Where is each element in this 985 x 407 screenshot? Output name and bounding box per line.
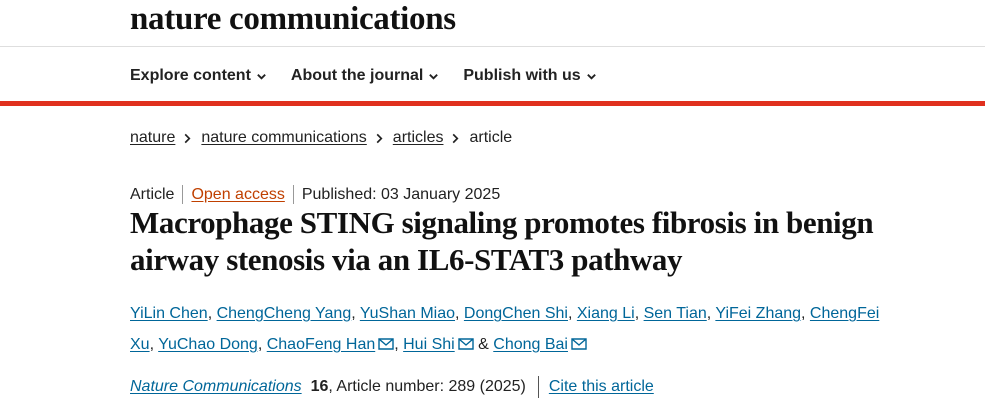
- header-divider: [0, 46, 985, 47]
- author-list: YiLin Chen, ChengCheng Yang, YuShan Miao…: [130, 298, 910, 360]
- author-link[interactable]: ChengCheng Yang: [217, 305, 352, 322]
- breadcrumb-link-nature-communications[interactable]: nature communications: [201, 129, 366, 147]
- nav-label: About the journal: [290, 67, 424, 84]
- email-icon[interactable]: [378, 338, 394, 350]
- chevron-right-icon: [184, 133, 191, 143]
- divider: [537, 376, 539, 398]
- accent-bar: [0, 101, 985, 106]
- author-separator: ,: [801, 305, 810, 322]
- author-link[interactable]: Xiang Li: [577, 305, 635, 322]
- article-number: , Article number: 289 (2025): [328, 378, 526, 395]
- author-link[interactable]: ChaoFeng Han: [267, 336, 376, 353]
- author-separator: ,: [455, 305, 464, 322]
- author-link[interactable]: YiFei Zhang: [715, 305, 801, 322]
- author-separator: ,: [634, 305, 644, 322]
- author-separator: ,: [567, 305, 577, 322]
- author-separator: ,: [394, 336, 404, 353]
- site-logo-text: nature communications: [130, 1, 456, 37]
- open-access-link[interactable]: Open access: [191, 186, 284, 204]
- breadcrumb-link-nature[interactable]: nature: [130, 129, 175, 147]
- author-separator: ,: [207, 305, 217, 322]
- journal-link[interactable]: Nature Communications: [130, 378, 302, 396]
- divider: [292, 185, 294, 204]
- breadcrumb-link-articles[interactable]: articles: [393, 129, 444, 147]
- email-icon[interactable]: [571, 338, 587, 350]
- author-link[interactable]: Sen Tian: [644, 305, 707, 322]
- author-separator: &: [473, 336, 494, 353]
- author-separator: ,: [149, 336, 159, 353]
- author-link[interactable]: Hui Shi: [403, 336, 455, 353]
- cite-this-article-link[interactable]: Cite this article: [549, 378, 654, 396]
- author-separator: ,: [257, 336, 267, 353]
- site-logo[interactable]: nature communications: [130, 0, 456, 46]
- nav-about-journal[interactable]: About the journal: [291, 66, 439, 86]
- author-link[interactable]: YuShan Miao: [360, 305, 455, 322]
- chevron-down-icon: [586, 73, 596, 80]
- article-type: Article: [130, 185, 175, 203]
- article-title: Macrophage STING signaling promotes fibr…: [130, 205, 874, 277]
- author-link[interactable]: DongChen Shi: [464, 305, 568, 322]
- chevron-right-icon: [376, 133, 383, 143]
- breadcrumb: nature nature communications articles ar…: [130, 129, 512, 147]
- author-separator: ,: [351, 305, 360, 322]
- chevron-right-icon: [453, 133, 459, 143]
- published-date: Published: 03 January 2025: [301, 185, 501, 203]
- author-link[interactable]: YiLin Chen: [130, 305, 208, 322]
- chevron-down-icon: [429, 73, 439, 80]
- nav-explore-content[interactable]: Explore content: [130, 66, 267, 86]
- main-nav: Explore content About the journal Publis…: [130, 66, 621, 86]
- article-meta: Article Open access Published: 03 Januar…: [130, 185, 500, 204]
- breadcrumb-current: article: [469, 129, 513, 146]
- author-link[interactable]: Chong Bai: [493, 336, 568, 353]
- nav-label: Publish with us: [463, 67, 581, 84]
- nav-label: Explore content: [130, 67, 251, 84]
- author-link[interactable]: YuChao Dong: [158, 336, 258, 353]
- email-icon[interactable]: [458, 338, 474, 350]
- divider: [182, 185, 184, 204]
- nav-publish-with-us[interactable]: Publish with us: [463, 66, 596, 86]
- volume-number: 16: [310, 378, 329, 395]
- citation-line: Nature Communications 16 , Article numbe…: [130, 376, 654, 398]
- chevron-down-icon: [257, 73, 266, 80]
